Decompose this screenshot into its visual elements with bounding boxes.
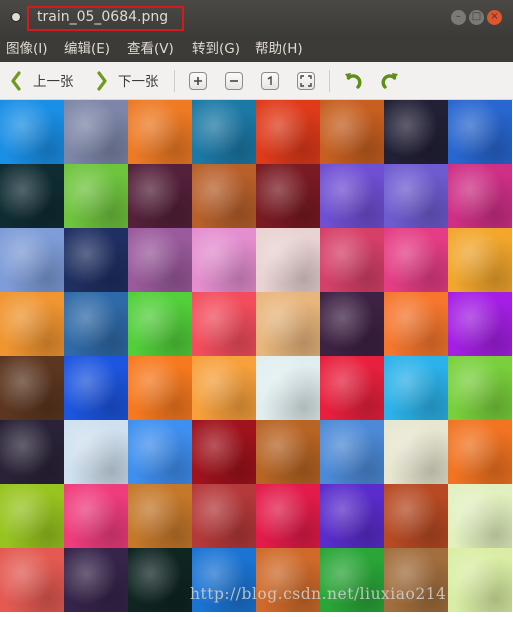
image-tile [256,356,320,420]
image-tile [0,100,64,164]
rotate-right-icon[interactable] [378,70,400,92]
title-bar: train_05_0684.png – □ × [0,0,513,36]
image-tile [0,292,64,356]
previous-button[interactable]: 上一张 [33,73,74,91]
maximize-button[interactable]: □ [469,10,484,25]
image-tile [384,164,448,228]
image-tile [128,484,192,548]
image-tile [128,100,192,164]
image-canvas[interactable] [0,100,513,617]
image-tile [448,548,512,612]
image-tile [448,484,512,548]
image-viewer-window: train_05_0684.png – □ × 图像(I) 编辑(E) 查看(V… [0,0,513,617]
image-tile [256,484,320,548]
image-tile [384,228,448,292]
image-tile [448,420,512,484]
image-tile [0,420,64,484]
toolbar: 上一张 下一张 [0,62,513,100]
rotate-left-icon[interactable] [343,70,365,92]
menu-bar: 图像(I) 编辑(E) 查看(V) 转到(G) 帮助(H) [0,36,513,62]
image-tile [448,356,512,420]
image-tile [384,292,448,356]
image-tile [320,484,384,548]
next-button[interactable]: 下一张 [118,73,159,91]
close-button[interactable]: × [487,10,502,25]
image-tile [384,484,448,548]
menu-edit[interactable]: 编辑(E) [64,40,110,58]
image-tile [320,356,384,420]
normal-size-icon[interactable] [261,72,279,90]
image-tile [384,100,448,164]
image-tile [256,164,320,228]
image-tile [320,100,384,164]
image-tile [128,164,192,228]
image-tile [128,228,192,292]
previous-arrow-icon[interactable] [10,71,22,91]
image-tile [64,420,128,484]
image-tile [256,228,320,292]
minimize-button[interactable]: – [451,10,466,25]
best-fit-icon[interactable] [297,72,315,90]
image-tile [192,100,256,164]
toolbar-separator [174,70,175,92]
image-tile [0,228,64,292]
image-tile [192,484,256,548]
image-tile [64,292,128,356]
image-tile [128,420,192,484]
window-title: train_05_0684.png [37,9,169,25]
image-tile [192,356,256,420]
image-tile [320,164,384,228]
image-tile [256,292,320,356]
image-tile [192,228,256,292]
image-tile [320,420,384,484]
image-tile [448,228,512,292]
image-tile [64,164,128,228]
image-tile [64,228,128,292]
image-tile [0,484,64,548]
watermark-text: http://blog.csdn.net/liuxiao214 [190,585,447,603]
image-tile [128,356,192,420]
image-tile [448,100,512,164]
image-tile [256,420,320,484]
image-tile [0,356,64,420]
image-tile [256,100,320,164]
menu-view[interactable]: 查看(V) [127,40,174,58]
image-tile [64,356,128,420]
image-tile [384,356,448,420]
next-arrow-icon[interactable] [96,71,108,91]
image-tile [64,484,128,548]
menu-image[interactable]: 图像(I) [6,40,48,58]
image-tile [0,548,64,612]
image-tile [448,164,512,228]
image-tile [128,292,192,356]
image-tile [64,100,128,164]
zoom-out-icon[interactable] [225,72,243,90]
image-tile [320,228,384,292]
zoom-in-icon[interactable] [189,72,207,90]
image-tile [320,292,384,356]
image-tile [192,164,256,228]
window-menu-dot[interactable] [11,12,21,22]
image-tile [448,292,512,356]
image-tile [384,420,448,484]
toolbar-separator [329,70,330,92]
menu-go[interactable]: 转到(G) [192,40,240,58]
image-tile [128,548,192,612]
image-tile [0,164,64,228]
image-tile [192,420,256,484]
menu-help[interactable]: 帮助(H) [255,40,303,58]
image-tile [192,292,256,356]
image-tile [64,548,128,612]
